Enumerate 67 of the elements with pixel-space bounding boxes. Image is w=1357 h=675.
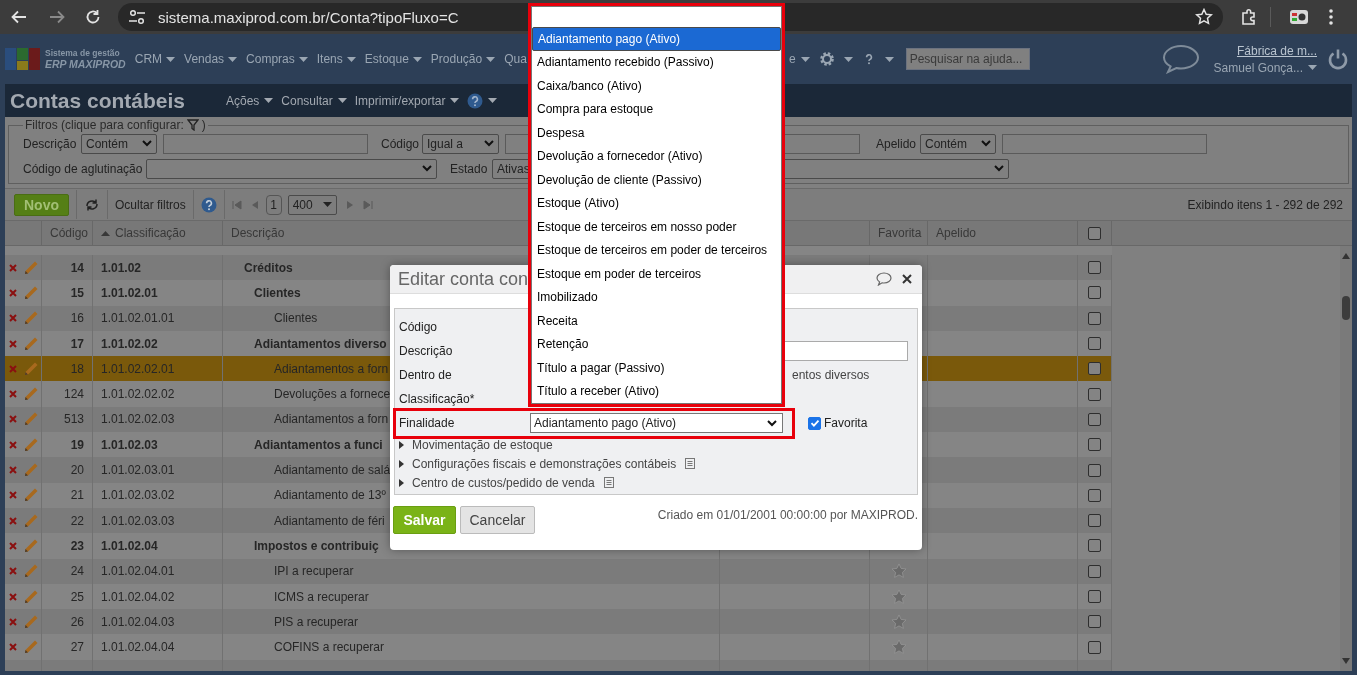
- classification-cell: 1.01.02.02.02: [101, 387, 175, 402]
- page-title: Contas contábeis: [10, 88, 187, 113]
- classification-cell: 1.01.02.03.01: [101, 463, 175, 477]
- description-cell: Adiantamentos a forn: [274, 412, 389, 427]
- filter-label: Código: [381, 136, 421, 151]
- code-cell: 18: [70, 361, 84, 376]
- code-cell: 24: [70, 564, 84, 579]
- filter-label: Descrição: [23, 136, 78, 151]
- description-cell: Adiantamento de 13º: [274, 488, 386, 503]
- description-cell: PIS a recuperar: [274, 614, 359, 629]
- classification-cell: 1.01.02.04.02: [101, 589, 175, 604]
- classification-cell: 1.01.02.03: [101, 437, 158, 452]
- code-cell: 17: [70, 336, 84, 351]
- description-cell: Adiantamento de féri: [274, 513, 385, 528]
- code-cell: 20: [70, 463, 84, 477]
- description-cell: ICMS a recuperar: [274, 589, 369, 604]
- parent-account-text: entos diversos: [792, 368, 870, 382]
- description-cell: Adiantamento de salá: [274, 463, 391, 477]
- classification-cell: 1.01.02.02.01: [101, 361, 175, 376]
- classification-cell: 1.01.02.03.03: [101, 513, 175, 528]
- code-cell: 22: [70, 513, 84, 528]
- code-cell: 21: [70, 488, 84, 503]
- item-count: Exibindo itens 1 - 292 de 292: [1187, 197, 1343, 212]
- classification-cell: 1.01.02.04.01: [101, 564, 175, 579]
- classification-cell: 1.01.02.01.01: [101, 311, 175, 326]
- code-cell: 15: [70, 285, 84, 300]
- field-label: Classificação*: [399, 392, 476, 406]
- field-label: Finalidade: [399, 416, 456, 430]
- description-cell: Impostos e contribuiç: [254, 538, 379, 553]
- description-cell: Clientes: [274, 311, 318, 326]
- filter-label: Estado: [450, 161, 489, 176]
- code-cell: 16: [70, 311, 84, 326]
- filter-label: Código de aglutinação: [23, 161, 144, 176]
- description-cell: Devoluções a fornece: [274, 387, 391, 402]
- created-info: Criado em 01/01/2001 00:00:00 por MAXIPROD.: [657, 507, 918, 522]
- description-cell: IPI a recuperar: [274, 564, 354, 579]
- classification-cell: 1.01.02.04: [101, 538, 158, 553]
- code-cell: 19: [70, 437, 84, 452]
- description-cell: Adiantamentos a forn: [274, 361, 389, 376]
- logo-subtitle: Sistema de gestão: [45, 48, 121, 59]
- classification-cell: 1.01.02.02: [101, 336, 158, 351]
- classification-cell: 1.01.02.03.02: [101, 488, 175, 503]
- filter-legend: Filtros (clique para configurar:: [25, 118, 184, 132]
- description-cell: Adiantamentos diverso: [254, 336, 387, 351]
- classification-cell: 1.01.02: [101, 260, 142, 275]
- code-cell: 513: [63, 412, 84, 427]
- code-cell: 14: [70, 260, 84, 275]
- classification-cell: 1.01.02.04.03: [101, 614, 175, 629]
- filter-label: Apelido: [876, 136, 918, 151]
- description-cell: Créditos: [244, 260, 293, 275]
- code-cell: 27: [70, 640, 84, 655]
- favorite-label: Favorita: [824, 416, 868, 430]
- field-label: Descrição: [399, 344, 454, 358]
- code-cell: 23: [70, 538, 84, 553]
- classification-cell: 1.01.02.02.03: [101, 412, 175, 427]
- description-cell: Clientes: [254, 285, 301, 300]
- field-label: Dentro de: [399, 368, 453, 382]
- classification-cell: 1.01.02.01: [101, 285, 158, 300]
- description-cell: Adiantamentos a funci: [254, 437, 383, 452]
- description-cell: COFINS a recuperar: [274, 640, 385, 655]
- filter-legend-end: ): [201, 118, 206, 132]
- code-cell: 26: [70, 614, 84, 629]
- classification-cell: 1.01.02.04.04: [101, 640, 175, 655]
- field-label: Código: [399, 320, 439, 334]
- code-cell: 25: [70, 589, 84, 604]
- logo-title: ERP MAXIPROD: [45, 59, 126, 70]
- code-cell: 124: [63, 387, 84, 402]
